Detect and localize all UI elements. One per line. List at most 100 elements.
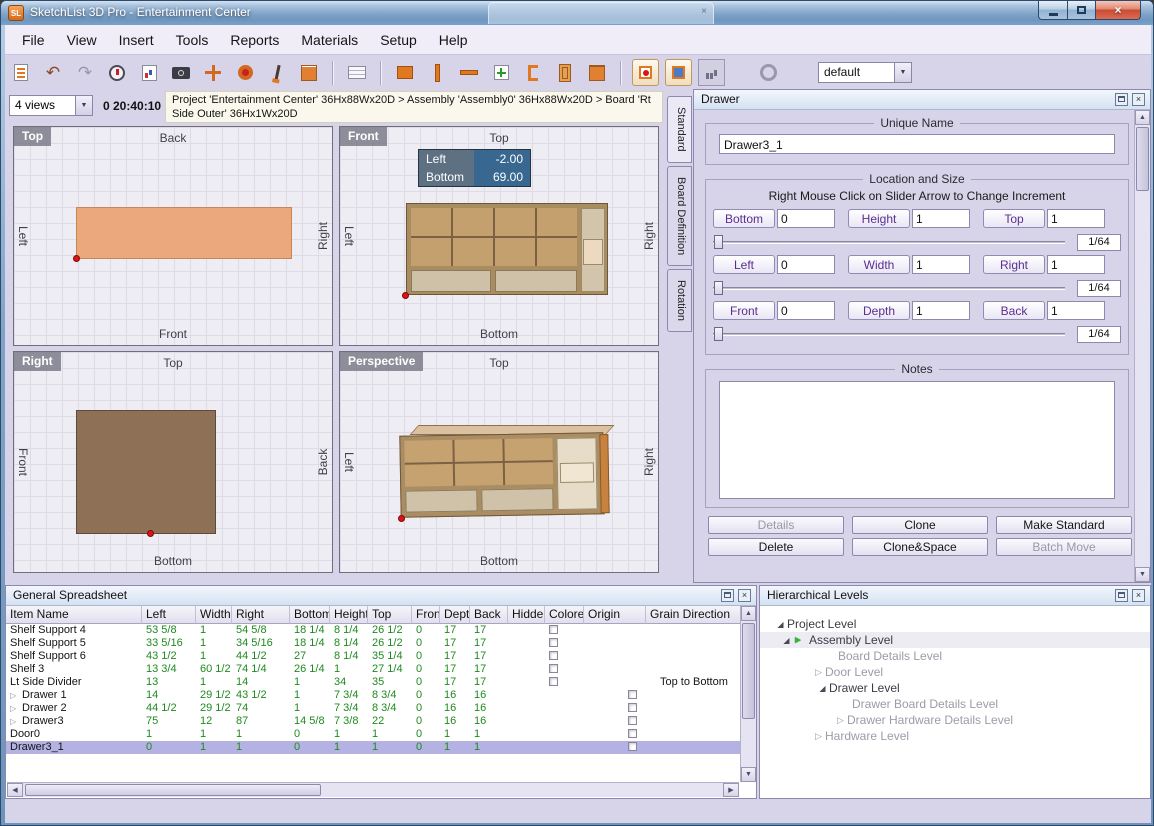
- table-row[interactable]: ▷Door0 1 1 1 0 1 1 0 1 1: [6, 728, 742, 741]
- dimension-button[interactable]: Depth: [848, 301, 910, 320]
- table-vertical-scrollbar[interactable]: ▲ ▼: [740, 606, 756, 782]
- cell-depth[interactable]: 1: [440, 728, 470, 741]
- drawer-front[interactable]: [481, 488, 553, 511]
- column-header[interactable]: Height: [330, 606, 368, 624]
- drawer-stack[interactable]: [581, 208, 605, 292]
- dimension-value-input[interactable]: 1: [1047, 209, 1105, 228]
- dimension-button[interactable]: Bottom: [713, 209, 775, 228]
- column-header[interactable]: Left: [142, 606, 196, 624]
- cell-right[interactable]: 1: [232, 741, 290, 754]
- horizontal-board-tool-icon[interactable]: [455, 59, 483, 86]
- float-panel-icon[interactable]: [721, 589, 734, 602]
- board-shape[interactable]: [76, 207, 292, 259]
- cell-grain-direction[interactable]: [646, 663, 742, 676]
- table-row[interactable]: ▷Shelf Support 5 33 5/16 1 34 5/16 18 1/…: [6, 637, 742, 650]
- viewport-front[interactable]: Front Top Bottom Left Right Left -2.00: [339, 126, 659, 346]
- origin-handle[interactable]: [402, 292, 409, 299]
- colored-checkbox[interactable]: [549, 651, 558, 660]
- column-header[interactable]: Top: [368, 606, 412, 624]
- cell-depth[interactable]: 17: [440, 676, 470, 689]
- dimension-slider[interactable]: [713, 279, 1065, 297]
- origin-handle[interactable]: [147, 530, 154, 537]
- menu-item[interactable]: Materials: [290, 28, 369, 52]
- colored-checkbox[interactable]: [549, 638, 558, 647]
- viewport-perspective[interactable]: Perspective Top Bottom Left Right: [339, 351, 659, 573]
- chart-toggle-button[interactable]: [698, 59, 725, 86]
- menu-item[interactable]: Reports: [219, 28, 290, 52]
- maximize-button[interactable]: [1067, 1, 1095, 20]
- scroll-left-icon[interactable]: ◀: [7, 783, 23, 797]
- rotate-tool-icon[interactable]: [754, 59, 782, 86]
- close-button[interactable]: ×: [1095, 1, 1141, 20]
- scroll-up-icon[interactable]: ▲: [741, 606, 756, 621]
- cell-width[interactable]: 1: [196, 637, 232, 650]
- cell-back[interactable]: 16: [470, 715, 508, 728]
- cell-front[interactable]: 0: [412, 637, 440, 650]
- chevron-down-icon[interactable]: ▼: [894, 63, 911, 82]
- cell-hidden[interactable]: [508, 728, 545, 741]
- float-panel-icon[interactable]: [1115, 93, 1128, 106]
- branch-arrow-icon[interactable]: ▷: [812, 667, 825, 678]
- dimension-value-input[interactable]: 1: [912, 255, 970, 274]
- cell-bottom[interactable]: 0: [290, 741, 330, 754]
- cell-right[interactable]: 44 1/2: [232, 650, 290, 663]
- table-row[interactable]: ▷Drawer 1 14 29 1/2 43 1/2 1 7 3/4 8 3/4…: [6, 689, 742, 702]
- cell-front[interactable]: 0: [412, 702, 440, 715]
- drawer-tool-icon[interactable]: [583, 59, 611, 86]
- cell-width[interactable]: 29 1/2: [196, 689, 232, 702]
- tree-item[interactable]: ◢ Project Level: [760, 616, 1150, 632]
- cell-bottom[interactable]: 18 1/4: [290, 624, 330, 637]
- cell-top[interactable]: 8 3/4: [368, 689, 412, 702]
- cell-grain-direction[interactable]: [646, 715, 742, 728]
- cell-width[interactable]: 29 1/2: [196, 702, 232, 715]
- cell-bottom[interactable]: 26 1/4: [290, 663, 330, 676]
- expand-icon[interactable]: ▷: [10, 702, 22, 715]
- scrollbar-thumb[interactable]: [742, 623, 755, 719]
- side-tab[interactable]: Board Definition: [667, 166, 692, 266]
- table-horizontal-scrollbar[interactable]: ◀ ▶: [7, 782, 739, 797]
- branch-arrow-icon[interactable]: ▷: [834, 715, 847, 726]
- cell-bottom[interactable]: 27: [290, 650, 330, 663]
- cell-bottom[interactable]: 14 5/8: [290, 715, 330, 728]
- table-row[interactable]: ▷Drawer3 75 12 87 14 5/8 7 3/8 22 0 16 1…: [6, 715, 742, 728]
- cell-grain-direction[interactable]: [646, 702, 742, 715]
- cell-width[interactable]: 1: [196, 650, 232, 663]
- drawer-front[interactable]: [495, 270, 577, 292]
- cell-right[interactable]: 74 1/4: [232, 663, 290, 676]
- cell-width[interactable]: 1: [196, 728, 232, 741]
- notes-textarea[interactable]: [719, 381, 1115, 499]
- cell-hidden[interactable]: [508, 624, 545, 637]
- dimension-value-input[interactable]: 1: [1047, 255, 1105, 274]
- table-row[interactable]: ▷Lt Side Divider 13 1 14 1 34 35 0 17 17: [6, 676, 742, 689]
- viewport-top[interactable]: Top Back Front Left Right: [13, 126, 333, 346]
- cell-origin[interactable]: [584, 728, 646, 741]
- unique-name-input[interactable]: Drawer3_1: [719, 134, 1115, 154]
- cell-colored[interactable]: [545, 689, 584, 702]
- tree-item[interactable]: ◢ Drawer Level: [760, 680, 1150, 696]
- dimension-button[interactable]: Width: [848, 255, 910, 274]
- cell-depth[interactable]: 17: [440, 663, 470, 676]
- chevron-down-icon[interactable]: ▼: [75, 96, 92, 115]
- cell-origin[interactable]: [584, 676, 646, 689]
- cell-left[interactable]: 13 3/4: [142, 663, 196, 676]
- table-row[interactable]: ▷Shelf Support 4 53 5/8 1 54 5/8 18 1/4 …: [6, 624, 742, 637]
- board-mode-toggle-button[interactable]: [632, 59, 659, 86]
- branch-arrow-icon[interactable]: ◢: [774, 620, 787, 629]
- redo-icon[interactable]: ↷: [71, 59, 99, 86]
- column-header[interactable]: Origin: [584, 606, 646, 624]
- cell-right[interactable]: 74: [232, 702, 290, 715]
- origin-checkbox[interactable]: [628, 716, 637, 725]
- cell-width[interactable]: 1: [196, 741, 232, 754]
- slider-thumb[interactable]: [714, 235, 723, 249]
- cell-left[interactable]: 1: [142, 728, 196, 741]
- cell-height[interactable]: 1: [330, 741, 368, 754]
- dimension-button[interactable]: Right: [983, 255, 1045, 274]
- tree-item[interactable]: ◢ ► Assembly Level: [760, 632, 1150, 648]
- action-button[interactable]: Delete: [708, 538, 844, 556]
- assembly-mode-toggle-button[interactable]: [665, 59, 692, 86]
- cell-back[interactable]: 16: [470, 702, 508, 715]
- target-tool-icon[interactable]: [231, 59, 259, 86]
- cell-bottom[interactable]: 1: [290, 702, 330, 715]
- column-header[interactable]: Width: [196, 606, 232, 624]
- menu-item[interactable]: File: [11, 28, 56, 52]
